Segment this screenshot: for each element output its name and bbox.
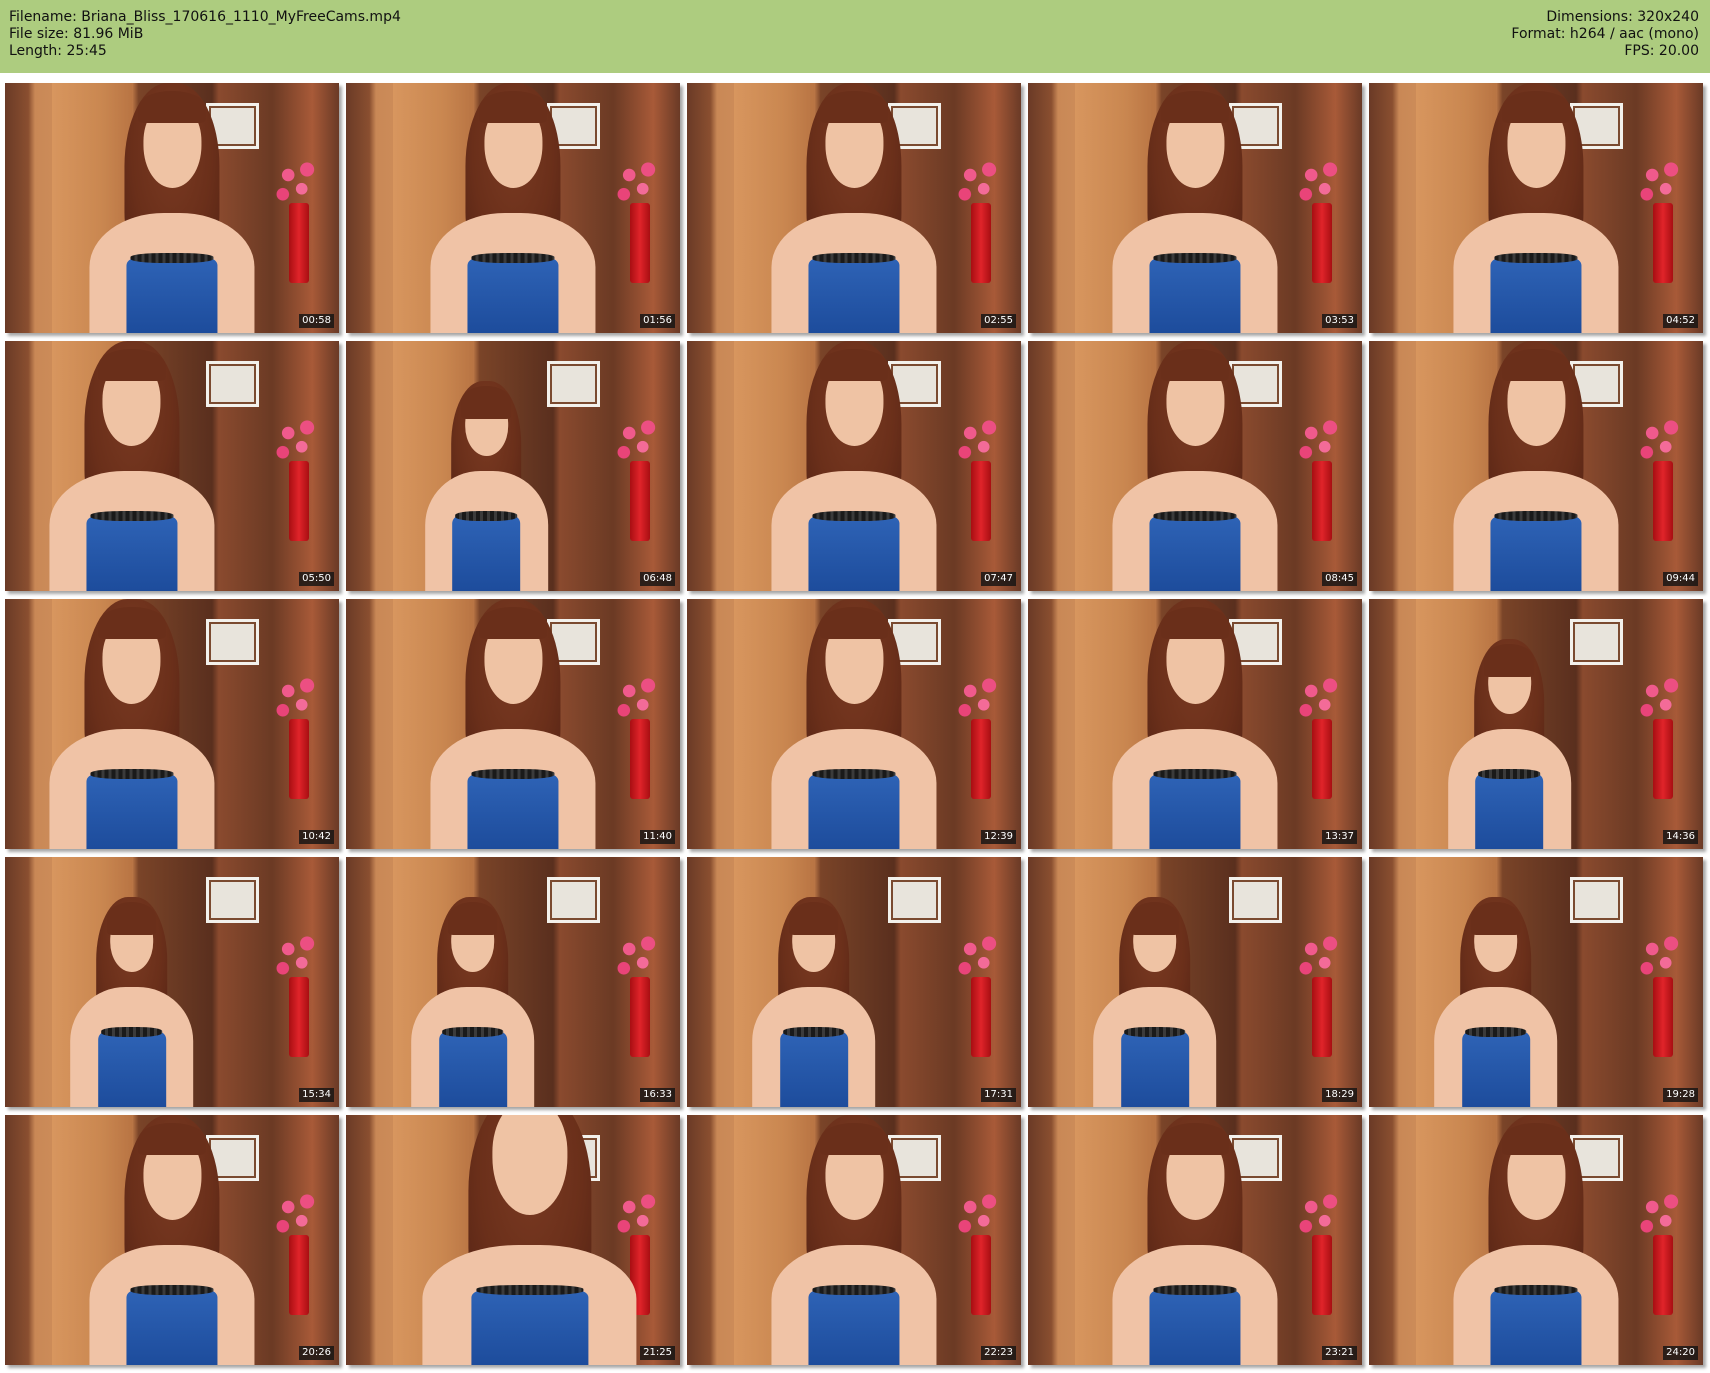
- timestamp-label: 09:44: [1663, 572, 1698, 586]
- timestamp-label: 07:47: [981, 572, 1016, 586]
- thumbnail-grid: 00:58 01:56 02:55 03:53 04:52 05:50 06:4…: [5, 83, 1705, 1365]
- timestamp-label: 03:53: [1322, 314, 1357, 328]
- thumbnail-frame[interactable]: 02:55: [687, 83, 1021, 333]
- timestamp-label: 01:56: [640, 314, 675, 328]
- thumbnail-frame[interactable]: 14:36: [1369, 599, 1703, 849]
- file-size-text: File size: 81.96 MiB: [9, 26, 144, 42]
- length-text: Length: 25:45: [9, 43, 107, 59]
- thumbnail-frame[interactable]: 21:25: [346, 1115, 680, 1365]
- timestamp-label: 06:48: [640, 572, 675, 586]
- thumbnail-frame[interactable]: 17:31: [687, 857, 1021, 1107]
- timestamp-label: 22:23: [981, 1346, 1016, 1360]
- thumbnail-frame[interactable]: 16:33: [346, 857, 680, 1107]
- thumbnail-frame[interactable]: 22:23: [687, 1115, 1021, 1365]
- thumbnail-frame[interactable]: 24:20: [1369, 1115, 1703, 1365]
- timestamp-label: 20:26: [299, 1346, 334, 1360]
- timestamp-label: 10:42: [299, 830, 334, 844]
- file-info-left: Filename: Briana_Bliss_170616_1110_MyFre…: [9, 9, 401, 60]
- thumbnail-frame[interactable]: 15:34: [5, 857, 339, 1107]
- timestamp-label: 00:58: [299, 314, 334, 328]
- file-info-header: Filename: Briana_Bliss_170616_1110_MyFre…: [0, 0, 1710, 73]
- timestamp-label: 16:33: [640, 1088, 675, 1102]
- format-text: Format: h264 / aac (mono): [1511, 26, 1699, 42]
- timestamp-label: 11:40: [640, 830, 675, 844]
- thumbnail-frame[interactable]: 12:39: [687, 599, 1021, 849]
- thumbnail-frame[interactable]: 05:50: [5, 341, 339, 591]
- filename-text: Filename: Briana_Bliss_170616_1110_MyFre…: [9, 9, 401, 25]
- thumbnail-frame[interactable]: 07:47: [687, 341, 1021, 591]
- timestamp-label: 13:37: [1322, 830, 1357, 844]
- thumbnail-frame[interactable]: 13:37: [1028, 599, 1362, 849]
- timestamp-label: 15:34: [299, 1088, 334, 1102]
- timestamp-label: 12:39: [981, 830, 1016, 844]
- thumbnail-frame[interactable]: 06:48: [346, 341, 680, 591]
- timestamp-label: 14:36: [1663, 830, 1698, 844]
- timestamp-label: 08:45: [1322, 572, 1357, 586]
- thumbnail-frame[interactable]: 23:21: [1028, 1115, 1362, 1365]
- thumbnail-frame[interactable]: 00:58: [5, 83, 339, 333]
- fps-text: FPS: 20.00: [1624, 43, 1699, 59]
- timestamp-label: 19:28: [1663, 1088, 1698, 1102]
- file-info-right: Dimensions: 320x240 Format: h264 / aac (…: [1511, 9, 1699, 60]
- timestamp-label: 24:20: [1663, 1346, 1698, 1360]
- timestamp-label: 17:31: [981, 1088, 1016, 1102]
- timestamp-label: 05:50: [299, 572, 334, 586]
- thumbnail-frame[interactable]: 09:44: [1369, 341, 1703, 591]
- timestamp-label: 02:55: [981, 314, 1016, 328]
- thumbnail-frame[interactable]: 01:56: [346, 83, 680, 333]
- timestamp-label: 23:21: [1322, 1346, 1357, 1360]
- thumbnail-frame[interactable]: 08:45: [1028, 341, 1362, 591]
- thumbnail-frame[interactable]: 03:53: [1028, 83, 1362, 333]
- thumbnail-frame[interactable]: 18:29: [1028, 857, 1362, 1107]
- timestamp-label: 04:52: [1663, 314, 1698, 328]
- timestamp-label: 18:29: [1322, 1088, 1357, 1102]
- dimensions-text: Dimensions: 320x240: [1546, 9, 1699, 25]
- thumbnail-frame[interactable]: 11:40: [346, 599, 680, 849]
- thumbnail-frame[interactable]: 04:52: [1369, 83, 1703, 333]
- thumbnail-frame[interactable]: 19:28: [1369, 857, 1703, 1107]
- thumbnail-frame[interactable]: 10:42: [5, 599, 339, 849]
- thumbnail-frame[interactable]: 20:26: [5, 1115, 339, 1365]
- timestamp-label: 21:25: [640, 1346, 675, 1360]
